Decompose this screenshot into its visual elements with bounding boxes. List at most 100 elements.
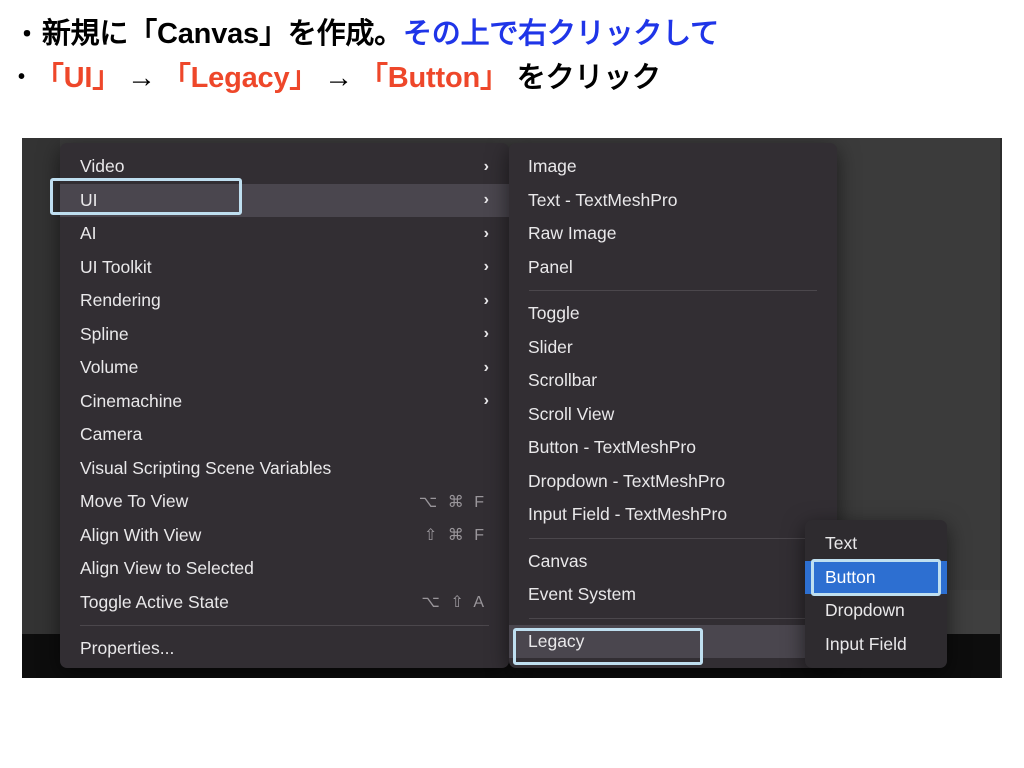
- chevron-right-icon: ›: [484, 191, 489, 209]
- bullet-icon-1: ・: [14, 12, 40, 56]
- caption-line-1: ・ 新規に「Canvas」を作成。 その上で右クリックして: [14, 12, 1024, 56]
- menu-item-scrollbar[interactable]: Scrollbar: [509, 364, 837, 398]
- menu-item-legacy[interactable]: Legacy ›: [509, 625, 837, 659]
- menu-item-toggle-active-state[interactable]: Toggle Active State ⌥ ⇧ A: [60, 586, 509, 620]
- menu-item-label: Input Field: [825, 634, 907, 655]
- menu-item-label: Volume: [80, 357, 138, 378]
- menu-divider: [529, 538, 817, 539]
- menu-item-camera[interactable]: Camera: [60, 418, 509, 452]
- menu-item-label: Panel: [528, 257, 573, 278]
- menu-item-label: Align With View: [80, 525, 201, 546]
- menu-item-move-to-view[interactable]: Move To View ⌥ ⌘ F: [60, 485, 509, 519]
- instruction-caption: ・ 新規に「Canvas」を作成。 その上で右クリックして • 「UI」 → 「…: [0, 0, 1024, 138]
- menu-item-label: Cinemachine: [80, 391, 182, 412]
- menu-item-label: Align View to Selected: [80, 558, 254, 579]
- chevron-right-icon: ›: [484, 258, 489, 276]
- gameobject-context-menu[interactable]: Video › UI › AI › UI Toolkit › Rendering…: [60, 143, 509, 668]
- menu-item-label: AI: [80, 223, 97, 244]
- menu-item-label: Properties...: [80, 638, 174, 659]
- menu-divider: [529, 618, 817, 619]
- chevron-right-icon: ›: [484, 292, 489, 310]
- menu-item-text-textmeshpro[interactable]: Text - TextMeshPro: [509, 184, 837, 218]
- menu-item-dropdown[interactable]: Dropdown: [805, 594, 947, 628]
- menu-item-label: Legacy: [528, 631, 584, 652]
- menu-item-label: Scroll View: [528, 404, 614, 425]
- menu-item-shortcut: ⌥ ⌘ F: [419, 492, 487, 512]
- chevron-right-icon: ›: [484, 325, 489, 343]
- menu-item-label: Canvas: [528, 551, 587, 572]
- menu-item-label: Move To View: [80, 491, 188, 512]
- menu-item-slider[interactable]: Slider: [509, 331, 837, 365]
- menu-item-panel[interactable]: Panel: [509, 251, 837, 285]
- menu-divider: [529, 290, 817, 291]
- menu-item-button-textmeshpro[interactable]: Button - TextMeshPro: [509, 431, 837, 465]
- menu-item-canvas[interactable]: Canvas: [509, 545, 837, 579]
- menu-item-input-field-textmeshpro[interactable]: Input Field - TextMeshPro: [509, 498, 837, 532]
- menu-item-label: Raw Image: [528, 223, 617, 244]
- menu-item-align-with-view[interactable]: Align With View ⇧ ⌘ F: [60, 519, 509, 553]
- menu-item-video[interactable]: Video ›: [60, 150, 509, 184]
- menu-item-label: Spline: [80, 324, 129, 345]
- menu-divider: [80, 625, 489, 626]
- menu-item-shortcut: ⇧ ⌘ F: [424, 525, 487, 545]
- menu-item-raw-image[interactable]: Raw Image: [509, 217, 837, 251]
- menu-item-properties[interactable]: Properties...: [60, 632, 509, 666]
- menu-item-label: Button - TextMeshPro: [528, 437, 696, 458]
- menu-item-visual-scripting-scene-variables[interactable]: Visual Scripting Scene Variables: [60, 452, 509, 486]
- editor-backdrop-right: [1000, 138, 1002, 678]
- menu-item-label: Camera: [80, 424, 142, 445]
- menu-item-label: Button: [825, 567, 876, 588]
- menu-item-label: Text: [825, 533, 857, 554]
- arrow-icon-1: →: [121, 56, 162, 100]
- menu-item-event-system[interactable]: Event System: [509, 578, 837, 612]
- caption-line-1-black: 新規に「Canvas」を作成。: [42, 12, 403, 56]
- menu-item-label: Event System: [528, 584, 636, 605]
- menu-item-image[interactable]: Image: [509, 150, 837, 184]
- chevron-right-icon: ›: [484, 392, 489, 410]
- menu-item-label: Video: [80, 156, 124, 177]
- bullet-icon-2: •: [18, 55, 25, 99]
- menu-item-label: Toggle: [528, 303, 580, 324]
- menu-item-label: Slider: [528, 337, 573, 358]
- menu-item-dropdown-textmeshpro[interactable]: Dropdown - TextMeshPro: [509, 465, 837, 499]
- unity-editor-screenshot: Video › UI › AI › UI Toolkit › Rendering…: [22, 138, 1002, 678]
- chevron-right-icon: ›: [484, 158, 489, 176]
- menu-item-ai[interactable]: AI ›: [60, 217, 509, 251]
- menu-item-label: Image: [528, 156, 577, 177]
- chevron-right-icon: ›: [484, 359, 489, 377]
- legacy-submenu[interactable]: Text Button Dropdown Input Field: [805, 520, 947, 668]
- ui-submenu[interactable]: Image Text - TextMeshPro Raw Image Panel…: [509, 143, 837, 668]
- menu-item-label: Input Field - TextMeshPro: [528, 504, 727, 525]
- menu-item-label: Dropdown - TextMeshPro: [528, 471, 725, 492]
- menu-item-label: Rendering: [80, 290, 161, 311]
- menu-item-cinemachine[interactable]: Cinemachine ›: [60, 385, 509, 419]
- caption-ui-token: 「UI」: [35, 56, 121, 100]
- menu-item-rendering[interactable]: Rendering ›: [60, 284, 509, 318]
- menu-item-volume[interactable]: Volume ›: [60, 351, 509, 385]
- menu-item-label: Toggle Active State: [80, 592, 229, 613]
- menu-item-input-field[interactable]: Input Field: [805, 628, 947, 662]
- chevron-right-icon: ›: [484, 225, 489, 243]
- menu-item-spline[interactable]: Spline ›: [60, 318, 509, 352]
- menu-item-label: Scrollbar: [528, 370, 597, 391]
- menu-item-ui[interactable]: UI ›: [60, 184, 509, 218]
- caption-line-2: • 「UI」 → 「Legacy」 → 「Button」 をクリック: [14, 56, 1024, 103]
- menu-item-ui-toolkit[interactable]: UI Toolkit ›: [60, 251, 509, 285]
- menu-item-shortcut: ⌥ ⇧ A: [421, 592, 487, 612]
- caption-button-token: 「Button」: [359, 56, 509, 100]
- caption-legacy-token: 「Legacy」: [162, 56, 318, 100]
- menu-item-label: Visual Scripting Scene Variables: [80, 458, 331, 479]
- menu-item-label: UI: [80, 190, 98, 211]
- arrow-icon-2: →: [318, 56, 359, 100]
- menu-item-label: Text - TextMeshPro: [528, 190, 677, 211]
- menu-item-text[interactable]: Text: [805, 527, 947, 561]
- menu-item-label: Dropdown: [825, 600, 905, 621]
- menu-item-align-view-to-selected[interactable]: Align View to Selected: [60, 552, 509, 586]
- editor-backdrop-left: [22, 138, 60, 678]
- menu-item-button[interactable]: Button: [805, 561, 947, 595]
- caption-line-2-black: をクリック: [509, 56, 661, 100]
- menu-item-scroll-view[interactable]: Scroll View: [509, 398, 837, 432]
- caption-line-1-blue: その上で右クリックして: [403, 12, 719, 56]
- menu-item-label: UI Toolkit: [80, 257, 152, 278]
- menu-item-toggle[interactable]: Toggle: [509, 297, 837, 331]
